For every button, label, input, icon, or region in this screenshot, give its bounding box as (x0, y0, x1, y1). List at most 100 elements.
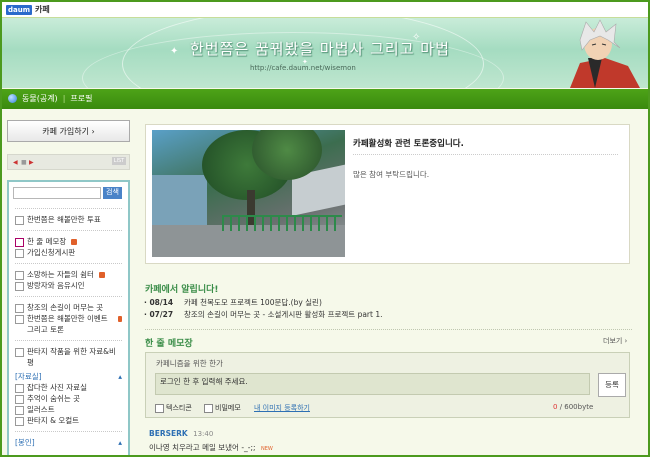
checkbox-icon (155, 403, 164, 413)
menu-search-button[interactable]: 검색 (103, 187, 122, 199)
play-icon[interactable]: ■ (21, 159, 27, 166)
board-icon (15, 395, 24, 404)
board-icon (15, 348, 24, 357)
board-icon (15, 406, 24, 415)
menu-item-occult[interactable]: 판타지 & 오컬트 (9, 415, 128, 426)
menu-search-input[interactable] (13, 187, 101, 199)
prev-icon[interactable]: ◀ (13, 159, 18, 166)
music-player: ◀ ■ ▶ LIST (7, 154, 130, 170)
cafe-url[interactable]: http://cafe.daum.net/wisemon (250, 64, 356, 72)
collapse-icon[interactable]: ▴ (118, 371, 122, 382)
announcement-text: 창조의 손길이 머무는 곳 - 소설게시판 활성화 프로젝트 part 1. (184, 310, 383, 319)
board-icon (15, 384, 24, 393)
menu-item-event[interactable]: 한번쯤은 해볼만한 이벤트 그리고 토론 (9, 313, 128, 335)
announcement-date: · 08/14 (144, 298, 174, 307)
memo-label: 카페니즘을 위한 한가 (156, 359, 223, 368)
checkbox-icon (204, 403, 213, 413)
image-register-link[interactable]: 내 이미지 등록하기 (254, 403, 310, 413)
nav-item-member[interactable]: 동물(공계) (22, 93, 58, 104)
category-archive[interactable]: [자료실] ▴ (9, 371, 128, 382)
nav-item-profile[interactable]: 프로필 (70, 93, 92, 104)
menu-item-shelter[interactable]: 소망하는 자들의 쉼터 (9, 269, 128, 280)
announcement-list: · 08/14 카페 천목도모 프로젝트 100문답.(by 실린) · 07/… (144, 297, 632, 321)
checkbox-label: 텍스티콘 (166, 404, 192, 412)
secret-checkbox[interactable]: 비밀메모 (204, 403, 241, 413)
character-illustration (570, 19, 640, 88)
notice-body: 많은 참여 부탁드립니다. (353, 170, 430, 179)
announcements-title: 카페에서 알립니다! (145, 285, 219, 295)
menu-item-label: 한번쯤은 해볼만한 이벤트 그리고 토론 (27, 314, 108, 334)
memo-title: 한 줄 메모장 (145, 339, 193, 349)
comment-text: 이나영 치우라고 메일 보냈어 -_-;; (149, 443, 256, 452)
notice-photo[interactable] (152, 130, 345, 257)
category-label: [봉인] (15, 438, 35, 447)
menu-item-label: 판타지 & 오컬트 (27, 416, 80, 425)
menu-item-wanderer[interactable]: 방랑자와 음유시인 (9, 280, 128, 291)
nav-separator: | (62, 94, 66, 103)
board-icon (15, 216, 24, 225)
comment-author[interactable]: BERSERK (149, 429, 188, 438)
board-icon (15, 315, 24, 324)
globe-icon (8, 94, 17, 103)
board-icon (15, 249, 24, 258)
memo-icon (15, 238, 24, 247)
board-icon (15, 282, 24, 291)
category-sealed[interactable]: [봉인] ▴ (9, 437, 128, 448)
left-sidebar: 카페 가입하기 › ◀ ■ ▶ LIST 검색 한번쯤은 해볼만한 투표 한 줄… (7, 120, 130, 455)
menu-item-photo[interactable]: 잡다한 사진 자료실 (9, 382, 128, 393)
announcement-item[interactable]: · 08/14 카페 천목도모 프로젝트 100문답.(by 실린) (144, 297, 632, 309)
menu-divider (15, 208, 122, 209)
notice-title[interactable]: 카페활성화 관련 토론중입니다. (353, 137, 464, 149)
menu-item-memories[interactable]: 추억이 숨쉬는 곳 (9, 393, 128, 404)
menu-item-label: 추억이 숨쉬는 곳 (27, 394, 81, 403)
new-badge-icon (98, 272, 105, 278)
menu-divider (15, 296, 122, 297)
menu-divider (15, 431, 122, 432)
cafe-nav-bar: 동물(공계) | 프로필 (2, 89, 648, 109)
menu-item-poll[interactable]: 한번쯤은 해볼만한 투표 (9, 214, 128, 225)
memo-comment-header: BERSERK 13:40 (149, 429, 213, 438)
more-link[interactable]: 더보기 › (603, 336, 627, 346)
daum-logo-mark: daum (6, 4, 33, 15)
daum-logo[interactable]: daum 카페 (6, 4, 50, 15)
menu-search: 검색 (9, 182, 128, 203)
sparkle-icon: ✦ (170, 46, 179, 57)
menu-item-label: 잡다한 사진 자료실 (27, 383, 87, 392)
announcement-item[interactable]: · 07/27 창조의 손길이 머무는 곳 - 소설게시판 활성화 프로젝트 p… (144, 309, 632, 321)
cafe-window: daum 카페 ✦ ✧ ✦ 한번쯤은 꿈꿔봤을 마법사 그리고 마법 http:… (0, 0, 650, 457)
top-bar: daum 카페 (2, 2, 648, 18)
announcement-text: 카페 천목도모 프로젝트 100문답.(by 실린) (184, 298, 322, 307)
playlist-button[interactable]: LIST (112, 157, 126, 165)
menu-item-label: 한번쯤은 해볼만한 투표 (27, 215, 101, 224)
cafe-banner: ✦ ✧ ✦ 한번쯤은 꿈꿔봤을 마법사 그리고 마법 http://cafe.d… (2, 18, 648, 88)
byte-counter: 0 / 600byte (553, 403, 594, 411)
menu-item-illust[interactable]: 일러스트 (9, 404, 128, 415)
menu-item-join-board[interactable]: 가입신청게시판 (9, 247, 128, 258)
next-icon[interactable]: ▶ (29, 159, 34, 166)
menu-item-label: 가입신청게시판 (27, 248, 76, 257)
new-badge-icon (71, 239, 78, 245)
menu-item-creation[interactable]: 창조의 손길이 머무는 곳 (9, 302, 128, 313)
menu-item-fantasy-review[interactable]: 판타지 작품을 위한 자료&비평 (9, 346, 128, 368)
menu-divider (15, 230, 122, 231)
memo-comment-text: 이나영 치우라고 메일 보냈어 -_-;; NEW (149, 442, 273, 453)
memo-input[interactable]: 로그인 한 후 입력해 주세요. (155, 373, 590, 395)
notice-box: 카페활성화 관련 토론중입니다. 많은 참여 부탁드립니다. (145, 124, 630, 264)
register-button[interactable]: 등록 (598, 373, 626, 397)
collapse-icon[interactable]: ▴ (118, 437, 122, 448)
cafe-label: 카페 (35, 5, 50, 14)
menu-item-label: 방랑자와 음유시인 (27, 281, 85, 290)
join-cafe-button[interactable]: 카페 가입하기 › (7, 120, 130, 142)
menu-divider (15, 340, 122, 341)
emoticon-checkbox[interactable]: 텍스티콘 (155, 403, 192, 413)
board-icon (15, 304, 24, 313)
notice-divider (353, 154, 618, 155)
announcement-date: · 07/27 (144, 310, 174, 319)
board-icon (15, 271, 24, 280)
menu-item-label: 한 줄 메모장 (27, 237, 67, 246)
memo-box: 카페니즘을 위한 한가 로그인 한 후 입력해 주세요. 등록 텍스티콘 비밀메… (145, 352, 630, 418)
comment-time: 13:40 (193, 430, 214, 438)
menu-item-oneline-memo[interactable]: 한 줄 메모장 (9, 236, 128, 247)
new-badge-icon (117, 316, 122, 322)
category-label: [자료실] (15, 372, 42, 381)
